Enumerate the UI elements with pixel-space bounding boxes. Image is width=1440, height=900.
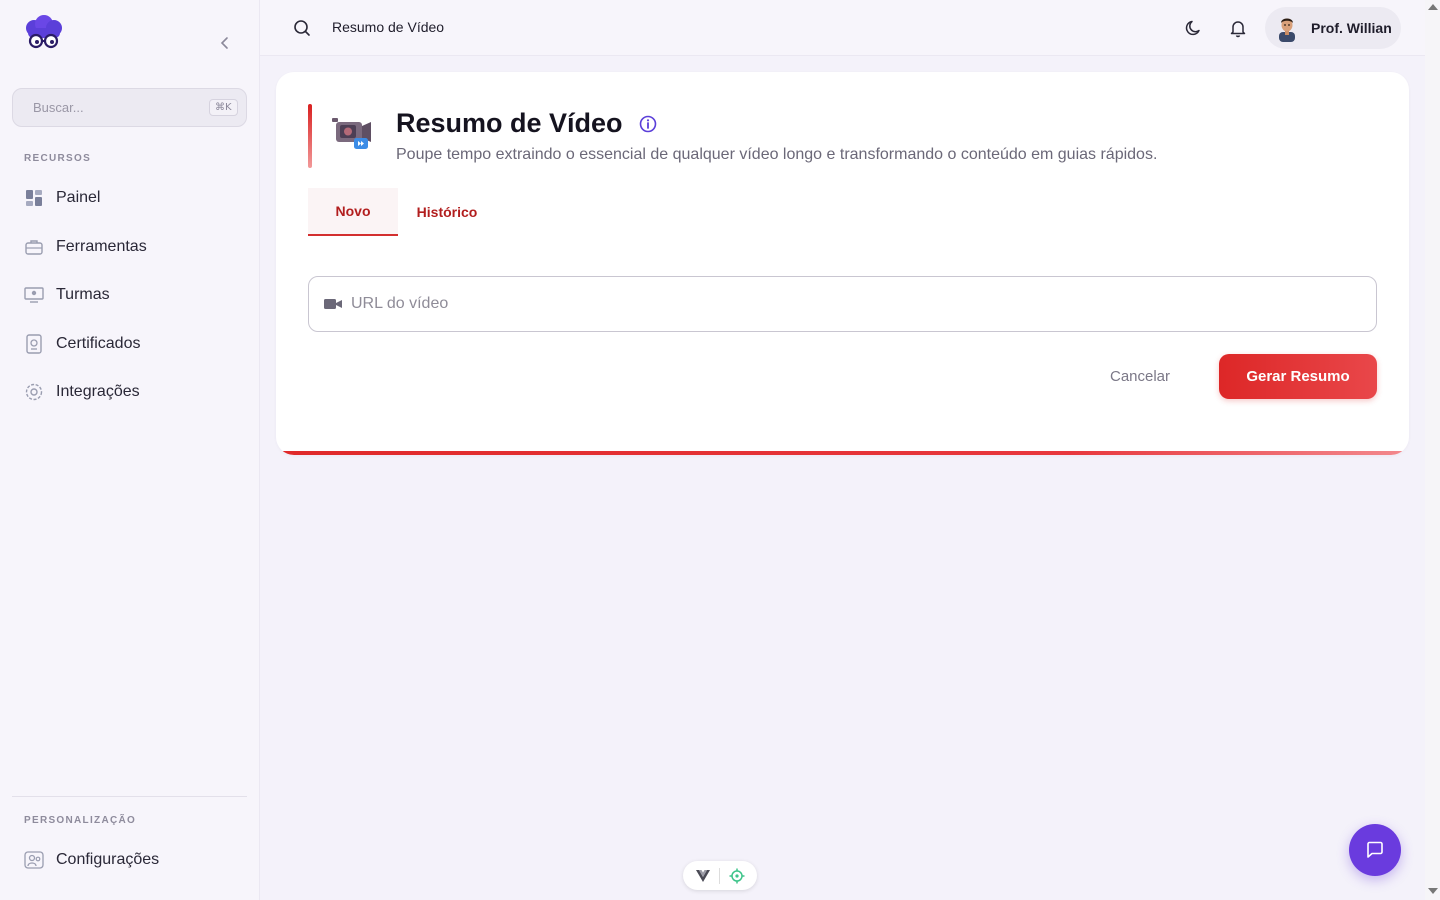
page-title: Resumo de Vídeo bbox=[332, 19, 445, 35]
chat-bubble-icon bbox=[1367, 841, 1383, 858]
toolbox-icon bbox=[24, 237, 44, 257]
user-name: Prof. Willian bbox=[1311, 20, 1392, 36]
sidebar-search-input[interactable] bbox=[33, 100, 209, 115]
info-icon[interactable] bbox=[638, 114, 658, 134]
tab-novo[interactable]: Novo bbox=[308, 188, 398, 236]
vue-logo-icon[interactable] bbox=[695, 869, 710, 882]
classroom-icon bbox=[24, 285, 44, 305]
sidebar-item-label: Certificados bbox=[56, 335, 141, 352]
page-scrollbar[interactable] bbox=[1425, 0, 1440, 900]
video-url-field[interactable] bbox=[308, 276, 1377, 332]
gear-icon bbox=[24, 382, 44, 402]
scroll-up-arrow-icon[interactable] bbox=[1428, 4, 1438, 10]
topbar: Resumo de Vídeo Prof. Willian bbox=[260, 0, 1425, 56]
tool-card: Resumo de Vídeo Poupe tempo extraindo o … bbox=[276, 72, 1409, 455]
devtools-toggle[interactable] bbox=[683, 861, 757, 890]
dashboard-icon bbox=[24, 188, 44, 208]
collapse-sidebar-icon[interactable] bbox=[216, 34, 234, 52]
video-icon bbox=[324, 299, 342, 309]
sidebar-item-label: Ferramentas bbox=[56, 238, 147, 255]
video-camera-icon bbox=[332, 118, 371, 149]
tab-historico[interactable]: Histórico bbox=[402, 188, 492, 236]
sidebar-divider bbox=[12, 796, 247, 797]
user-menu[interactable]: Prof. Willian bbox=[1265, 7, 1401, 49]
card-bottom-accent bbox=[276, 451, 1409, 455]
brand-logo-icon[interactable] bbox=[22, 14, 66, 54]
devtools-separator bbox=[718, 867, 720, 884]
sidebar-item-turmas[interactable]: Turmas bbox=[12, 275, 248, 315]
sidebar-search[interactable]: ⌘K bbox=[12, 88, 247, 127]
title-accent-line bbox=[308, 104, 312, 168]
video-url-input[interactable] bbox=[351, 295, 1376, 313]
generate-summary-button[interactable]: Gerar Resumo bbox=[1219, 354, 1377, 399]
search-icon[interactable] bbox=[292, 18, 312, 38]
card-subtitle: Poupe tempo extraindo o essencial de qua… bbox=[396, 146, 1158, 163]
bell-icon[interactable] bbox=[1228, 18, 1248, 38]
sidebar: ⌘K RECURSOS Painel Ferramentas bbox=[0, 0, 260, 900]
sidebar-item-label: Turmas bbox=[56, 286, 110, 303]
scroll-down-arrow-icon[interactable] bbox=[1428, 888, 1438, 894]
sidebar-item-painel[interactable]: Painel bbox=[12, 178, 248, 218]
chat-button[interactable] bbox=[1349, 824, 1401, 876]
sidebar-item-configuracoes[interactable]: Configurações bbox=[12, 840, 248, 880]
sidebar-item-label: Integrações bbox=[56, 383, 140, 400]
sidebar-item-ferramentas[interactable]: Ferramentas bbox=[12, 227, 248, 267]
sidebar-item-integracoes[interactable]: Integrações bbox=[12, 372, 248, 412]
moon-icon[interactable] bbox=[1184, 18, 1204, 38]
sidebar-item-label: Configurações bbox=[56, 851, 160, 868]
crosshair-icon[interactable] bbox=[729, 868, 745, 884]
sidebar-item-label: Painel bbox=[56, 189, 101, 206]
card-title: Resumo de Vídeo bbox=[396, 108, 623, 138]
section-label-recursos: RECURSOS bbox=[24, 153, 92, 164]
cancel-button[interactable]: Cancelar bbox=[1082, 354, 1198, 398]
certificate-icon bbox=[24, 334, 44, 354]
sidebar-item-certificados[interactable]: Certificados bbox=[12, 324, 248, 364]
shortcut-badge: ⌘K bbox=[209, 99, 238, 116]
section-label-personalizacao: PERSONALIZAÇÃO bbox=[24, 815, 137, 826]
avatar bbox=[1279, 18, 1295, 42]
settings-users-icon bbox=[24, 850, 44, 870]
